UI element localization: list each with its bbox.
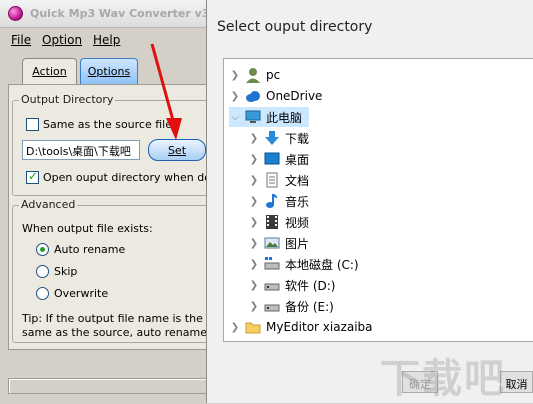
chevron-right-icon[interactable]: ❯ [248, 259, 260, 270]
tip-text: Tip: If the output file name is the same… [22, 312, 207, 339]
open-dir-label: Open ouput directory when done [43, 171, 225, 184]
tree-item-pictures[interactable]: ❯ 图片 [248, 233, 528, 253]
watermark-logo: 下载吧 [380, 356, 506, 402]
tree-item-label: 图片 [285, 236, 310, 251]
drive-icon [264, 298, 280, 314]
same-as-source-checkbox[interactable] [26, 118, 39, 131]
music-icon [264, 193, 280, 209]
video-icon [264, 214, 280, 230]
file-exists-question: When output file exists: [22, 222, 153, 235]
chevron-right-icon[interactable]: ❯ [248, 238, 260, 249]
auto-rename-label: Auto rename [54, 243, 126, 256]
tree-item-onedrive[interactable]: ❯ OneDrive [229, 86, 529, 106]
tree-item-label: 软件 (D:) [285, 278, 336, 293]
status-bar [8, 378, 208, 394]
tree-item-this-pc[interactable]: ⌵ 此电脑 [229, 107, 309, 127]
window-title: Quick Mp3 Wav Converter v3.0 [30, 7, 222, 20]
output-path-field[interactable]: D:\tools\桌面\下载吧 [22, 140, 140, 160]
tree-item-label: 视频 [285, 215, 310, 230]
drive-c-icon [264, 256, 280, 272]
chevron-right-icon[interactable]: ❯ [248, 154, 260, 165]
tree-item-desktop[interactable]: ❯ 桌面 [248, 149, 528, 169]
chevron-right-icon[interactable]: ❯ [248, 133, 260, 144]
tree-item-pc[interactable]: ❯ pc [229, 65, 529, 85]
tree-item-label: 本地磁盘 (C:) [285, 257, 359, 272]
radio-auto-rename[interactable] [36, 243, 49, 256]
document-icon [264, 172, 280, 188]
skip-label: Skip [54, 265, 78, 278]
tree-item-downloads[interactable]: ❯ 下载 [248, 128, 528, 148]
advanced-label: Advanced [19, 198, 78, 211]
tab-options[interactable]: Options [80, 58, 138, 84]
computer-icon [245, 109, 261, 125]
chevron-right-icon[interactable]: ❯ [248, 280, 260, 291]
folder-picker-dialog: Select ouput directory ❯ pc ❯ OneDrive ⌵… [206, 0, 533, 403]
menu-file[interactable]: File [11, 33, 31, 47]
tree-item-videos[interactable]: ❯ 视频 [248, 212, 528, 232]
cloud-icon [245, 88, 261, 104]
annotation-arrow [150, 43, 182, 140]
drive-icon [264, 277, 280, 293]
user-icon [245, 67, 261, 83]
chevron-right-icon[interactable]: ❯ [229, 91, 241, 102]
chevron-right-icon[interactable]: ❯ [248, 217, 260, 228]
tree-item-label: 下载 [285, 131, 310, 146]
tree-item-label: 文档 [285, 173, 310, 188]
menu-help-label: Help [93, 33, 121, 47]
chevron-down-icon[interactable]: ⌵ [229, 112, 241, 123]
tree-item-drive-c[interactable]: ❯ 本地磁盘 (C:) [248, 254, 528, 274]
tab-action-label: Action [32, 65, 67, 78]
tree-item-label: pc [266, 68, 281, 82]
app-icon [8, 6, 23, 21]
tab-action[interactable]: Action [22, 58, 77, 84]
tree-item-label: 桌面 [285, 152, 310, 167]
chevron-right-icon[interactable]: ❯ [248, 175, 260, 186]
tree-item-drive-e[interactable]: ❯ 备份 (E:) [248, 296, 528, 316]
menu-option-label: Option [42, 33, 83, 47]
picture-icon [264, 235, 280, 251]
tab-options-label: Options [87, 65, 131, 78]
tree-item-music[interactable]: ❯ 音乐 [248, 191, 528, 211]
tree-item-label: MyEditor xiazaiba [266, 320, 373, 334]
download-icon [264, 130, 280, 146]
chevron-right-icon[interactable]: ❯ [229, 322, 241, 333]
title-bar[interactable]: Quick Mp3 Wav Converter v3.0 [0, 0, 221, 28]
desktop-icon [264, 151, 280, 167]
radio-skip[interactable] [36, 265, 49, 278]
menu-option[interactable]: Option [42, 33, 82, 47]
tree-item-myeditor[interactable]: ❯ MyEditor xiazaiba [229, 317, 529, 337]
tree-item-label: 此电脑 [266, 110, 303, 125]
tree-item-documents[interactable]: ❯ 文档 [248, 170, 528, 190]
menu-help[interactable]: Help [93, 33, 120, 47]
tree-item-label: 音乐 [285, 194, 310, 209]
open-dir-checkbox[interactable] [26, 169, 39, 184]
tree-item-label: OneDrive [266, 89, 323, 103]
chevron-right-icon[interactable]: ❯ [248, 301, 260, 312]
tree-item-drive-d[interactable]: ❯ 软件 (D:) [248, 275, 528, 295]
chevron-right-icon[interactable]: ❯ [229, 70, 241, 81]
folder-icon [245, 319, 261, 335]
tree-item-label: 备份 (E:) [285, 299, 334, 314]
menu-file-label: File [11, 33, 32, 47]
overwrite-label: Overwrite [54, 287, 109, 300]
chevron-right-icon[interactable]: ❯ [248, 196, 260, 207]
radio-overwrite[interactable] [36, 287, 49, 300]
folder-tree[interactable]: ❯ pc ❯ OneDrive ⌵ 此电脑 ❯ 下载 ❯ 桌面 ❯ 文档 ❯ 音… [223, 58, 533, 342]
dialog-title: Select ouput directory [217, 19, 373, 35]
output-directory-label: Output Directory [19, 93, 116, 106]
